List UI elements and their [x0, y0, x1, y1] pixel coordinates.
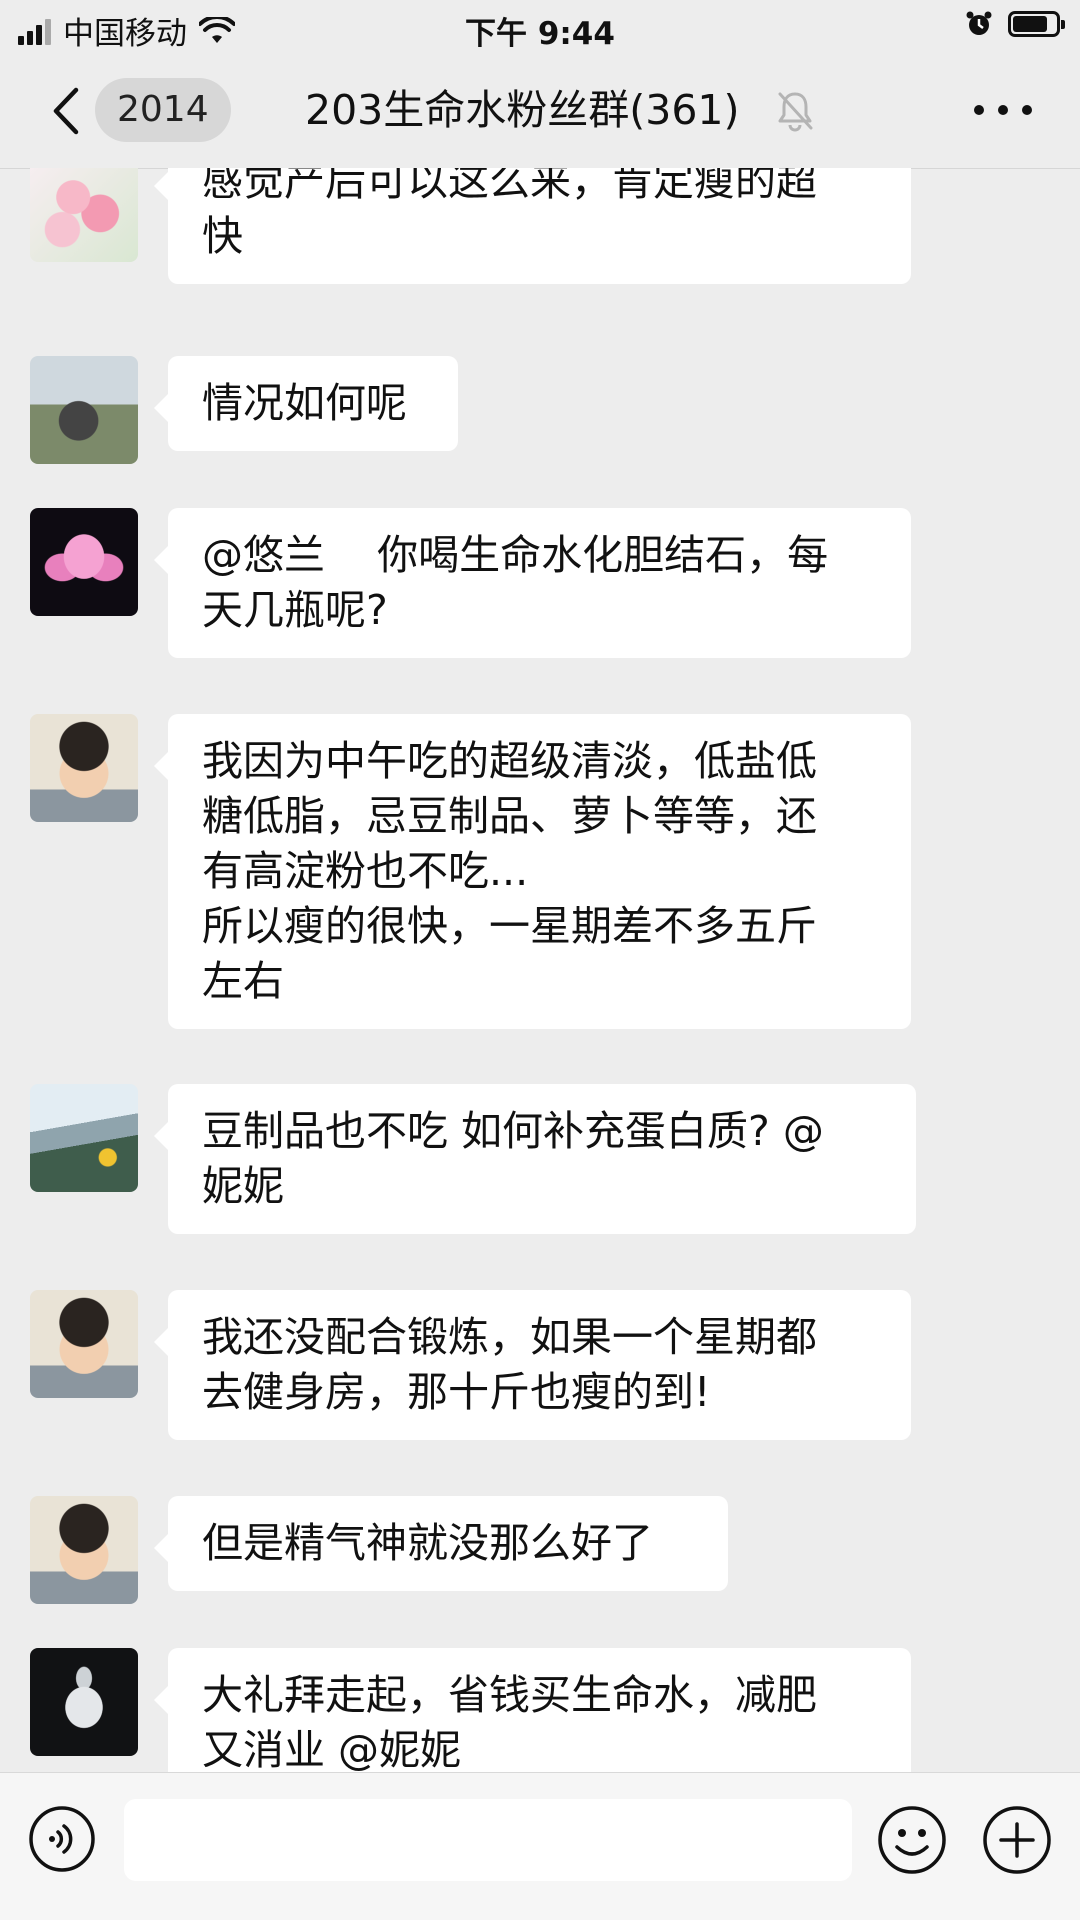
battery-icon — [1008, 11, 1065, 37]
emoji-icon[interactable] — [877, 1805, 947, 1875]
crystal-statue-avatar[interactable] — [30, 1648, 138, 1756]
voice-input-icon[interactable] — [28, 1805, 96, 1873]
message-bubble[interactable]: 豆制品也不吃 如何补充蛋白质? @ 妮妮 — [154, 1084, 916, 1234]
lotus-avatar[interactable] — [30, 508, 138, 616]
status-bar: 中国移动 下午 9:44 — [0, 0, 1080, 54]
plus-circle-icon[interactable] — [982, 1805, 1052, 1875]
chat-title[interactable]: 203生命水粉丝群(361) — [305, 80, 740, 140]
chevron-left-icon[interactable] — [44, 84, 94, 138]
chat-screen: 中国移动 下午 9:44 2014 203生命水粉丝群(361) 感觉产后可以这… — [0, 0, 1080, 1920]
chat-header: 2014 203生命水粉丝群(361) — [0, 54, 1080, 169]
message-bubble[interactable]: 但是精气神就没那么好了 — [154, 1496, 728, 1591]
bell-muted-icon — [778, 92, 813, 132]
status-time: 下午 9:44 — [465, 16, 615, 52]
battery-fill — [1013, 16, 1047, 32]
ellipsis-icon[interactable] — [966, 88, 1040, 132]
message-bubble[interactable]: 感觉产后可以这么来，肯定瘦的超 快 — [154, 168, 911, 284]
message-bubble[interactable]: 我还没配合锻炼，如果一个星期都 去健身房，那十斤也瘦的到! — [154, 1290, 911, 1440]
message-bubble[interactable]: @悠兰 你喝生命水化胆结石，每 天几瓶呢? — [154, 508, 911, 658]
input-bar — [0, 1772, 1080, 1920]
status-right — [966, 10, 1065, 38]
message-input[interactable] — [124, 1799, 852, 1881]
message-bubble[interactable]: 大礼拜走起，省钱买生命水，减肥 又消业 @妮妮 — [154, 1648, 911, 1772]
child-photo-avatar[interactable] — [30, 714, 138, 822]
landscape-photo-avatar[interactable] — [30, 356, 138, 464]
message-bubble[interactable]: 情况如何呢 — [154, 356, 458, 451]
message-list[interactable]: 感觉产后可以这么来，肯定瘦的超 快 情况如何呢 @悠兰 你喝生命水化胆结石，每 … — [0, 168, 1080, 1772]
alarm-clock-icon — [966, 11, 992, 35]
unread-count-badge[interactable]: 2014 — [95, 78, 231, 142]
mountain-photo-avatar[interactable] — [30, 1084, 138, 1192]
child-photo-avatar[interactable] — [30, 1290, 138, 1398]
child-photo-avatar[interactable] — [30, 1496, 138, 1604]
pink-flower-avatar[interactable] — [30, 168, 138, 262]
message-bubble[interactable]: 我因为中午吃的超级清淡，低盐低 糖低脂，忌豆制品、萝卜等等，还 有高淀粉也不吃.… — [154, 714, 911, 1029]
